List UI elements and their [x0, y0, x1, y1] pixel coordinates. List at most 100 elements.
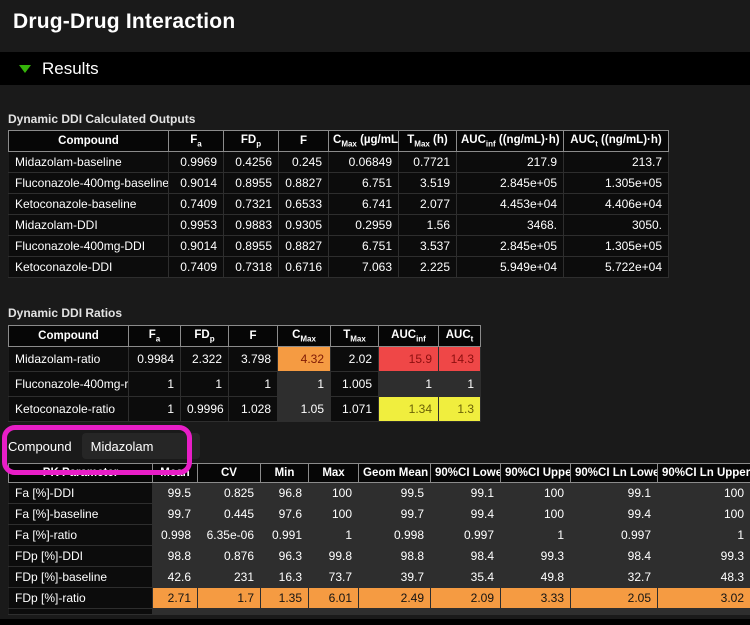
- row-label-cell: [9, 609, 153, 615]
- value-cell: 0.9984: [129, 347, 181, 372]
- value-cell: 0.2959: [329, 215, 399, 236]
- compound-label: Compound: [8, 439, 72, 454]
- value-cell: 1.305e+05: [564, 173, 669, 194]
- table-header-row: Compound Fa FDp F CMax TMax AUCinf AUCt: [9, 326, 481, 347]
- col-header: PK Parameter: [9, 464, 153, 483]
- table-row: Fa [%]-ratio 0.998 6.35e-06 0.991 1 0.99…: [9, 525, 750, 546]
- value-cell: 1: [501, 525, 571, 546]
- table-row: Ketoconazole-baseline 0.7409 0.7321 0.65…: [9, 194, 669, 215]
- value-cell: 0.9969: [169, 152, 224, 173]
- value-cell: 7.063: [329, 257, 399, 278]
- col-header: F: [229, 326, 278, 347]
- value-cell: 1: [309, 525, 359, 546]
- results-section-header[interactable]: Results: [0, 52, 750, 85]
- table-row: Midazolam-baseline 0.9969 0.4256 0.245 0…: [9, 152, 669, 173]
- col-header: Compound: [9, 131, 169, 152]
- value-cell: 99.7: [359, 504, 431, 525]
- value-cell: [153, 609, 198, 615]
- value-cell: 0.998: [359, 525, 431, 546]
- table-row: FDp [%]-ratio 2.71 1.7 1.35 6.01 2.49 2.…: [9, 588, 750, 609]
- row-label-cell: Fluconazole-400mg-ratio: [9, 372, 129, 397]
- value-cell: 99.4: [571, 504, 658, 525]
- col-header: FDp: [224, 131, 279, 152]
- row-label-cell: Fa [%]-ratio: [9, 525, 153, 546]
- value-cell: 2.49: [359, 588, 431, 609]
- value-cell: 98.8: [359, 546, 431, 567]
- value-cell: [501, 609, 571, 615]
- value-cell: 49.8: [501, 567, 571, 588]
- value-cell: 6.751: [329, 236, 399, 257]
- col-header: Fa: [169, 131, 224, 152]
- value-cell: [359, 609, 431, 615]
- value-cell: 4.406e+04: [564, 194, 669, 215]
- value-cell: 99.5: [153, 483, 198, 504]
- value-cell: 1: [229, 372, 278, 397]
- value-cell: 16.3: [261, 567, 309, 588]
- value-cell: 1.05: [278, 397, 331, 422]
- value-cell: 6.751: [329, 173, 399, 194]
- value-cell: 98.4: [431, 546, 501, 567]
- row-label-cell: FDp [%]-DDI: [9, 546, 153, 567]
- value-cell: 2.02: [331, 347, 379, 372]
- value-cell: 100: [658, 483, 750, 504]
- value-cell: 96.8: [261, 483, 309, 504]
- value-cell: 0.7721: [399, 152, 457, 173]
- select-stepper-icon: ▲▼: [186, 440, 193, 452]
- col-header: CMax (µg/mL): [329, 131, 399, 152]
- row-label-cell: Fa [%]-baseline: [9, 504, 153, 525]
- value-cell: 0.9014: [169, 236, 224, 257]
- value-cell: 98.8: [153, 546, 198, 567]
- value-cell: [571, 609, 658, 615]
- value-cell: 2.09: [431, 588, 501, 609]
- col-header: FDp: [181, 326, 229, 347]
- value-cell: 1: [658, 525, 750, 546]
- compound-select[interactable]: Midazolam ▲▼: [82, 433, 200, 459]
- value-cell: [309, 609, 359, 615]
- col-header: CV: [198, 464, 261, 483]
- value-cell: 4.453e+04: [457, 194, 564, 215]
- value-cell: 2.322: [181, 347, 229, 372]
- value-cell: 2.05: [571, 588, 658, 609]
- value-cell: 0.9014: [169, 173, 224, 194]
- row-label-cell: Fluconazole-400mg-DDI: [9, 236, 169, 257]
- row-label-cell: Midazolam-DDI: [9, 215, 169, 236]
- table-row: FDp [%]-DDI 98.8 0.876 96.3 99.8 98.8 98…: [9, 546, 750, 567]
- pk-statistics-table: PK Parameter Mean CV Min Max Geom Mean 9…: [8, 463, 750, 615]
- value-cell: 1: [379, 372, 439, 397]
- value-cell: 0.9305: [279, 215, 329, 236]
- value-cell: 0.8827: [279, 236, 329, 257]
- value-cell: 39.7: [359, 567, 431, 588]
- value-cell: 0.7409: [169, 257, 224, 278]
- value-cell: 98.4: [571, 546, 658, 567]
- col-header: AUCt: [439, 326, 481, 347]
- col-header: CMax: [278, 326, 331, 347]
- value-cell: 217.9: [457, 152, 564, 173]
- value-cell: 1.35: [261, 588, 309, 609]
- value-cell: 99.3: [501, 546, 571, 567]
- bottom-section-bar: [0, 619, 750, 625]
- value-cell: 0.9953: [169, 215, 224, 236]
- value-cell: 231: [198, 567, 261, 588]
- value-cell: 3468.: [457, 215, 564, 236]
- row-label-cell: Midazolam-baseline: [9, 152, 169, 173]
- row-label-cell: FDp [%]-baseline: [9, 567, 153, 588]
- compound-select-value: Midazolam: [91, 439, 154, 454]
- value-cell: 1.7: [198, 588, 261, 609]
- value-cell: 48.3: [658, 567, 750, 588]
- value-cell: [261, 609, 309, 615]
- calculated-outputs-table: Compound Fa FDp F CMax (µg/mL) TMax (h) …: [8, 130, 669, 278]
- value-cell: 100: [501, 504, 571, 525]
- col-header: TMax: [331, 326, 379, 347]
- col-header: TMax (h): [399, 131, 457, 152]
- value-cell: 0.4256: [224, 152, 279, 173]
- table-header-row: PK Parameter Mean CV Min Max Geom Mean 9…: [9, 464, 750, 483]
- collapse-triangle-icon[interactable]: [19, 65, 31, 73]
- value-cell: 3.02: [658, 588, 750, 609]
- row-label-cell: Midazolam-ratio: [9, 347, 129, 372]
- value-cell: 0.7321: [224, 194, 279, 215]
- col-header: 90%CI Ln Upper: [658, 464, 750, 483]
- value-cell: 99.7: [153, 504, 198, 525]
- table-row: Ketoconazole-DDI 0.7409 0.7318 0.6716 7.…: [9, 257, 669, 278]
- calculated-outputs-title: Dynamic DDI Calculated Outputs: [8, 112, 195, 126]
- value-cell: 35.4: [431, 567, 501, 588]
